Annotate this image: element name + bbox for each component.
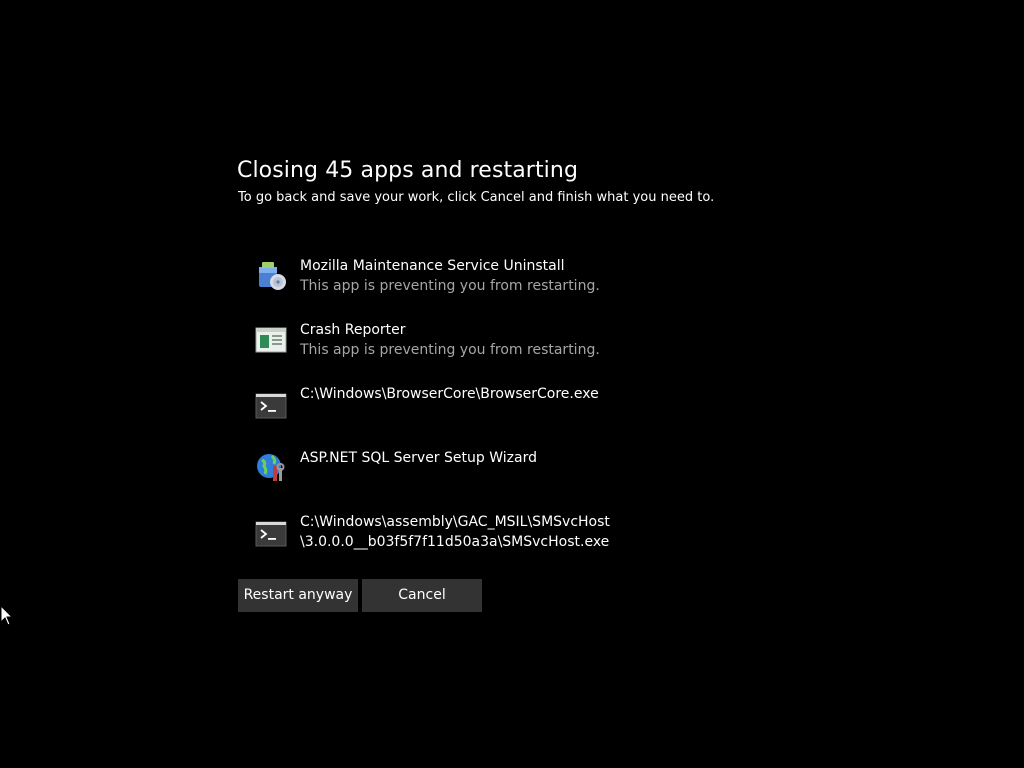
cancel-button[interactable]: Cancel bbox=[362, 579, 482, 612]
restart-screen: Closing 45 apps and restarting To go bac… bbox=[0, 0, 1024, 768]
application-window-icon bbox=[254, 322, 288, 356]
list-item-app: C:\Windows\BrowserCore\BrowserCore.exe bbox=[254, 382, 754, 438]
app-name: ASP.NET SQL Server Setup Wizard bbox=[300, 450, 537, 466]
app-name: C:\Windows\BrowserCore\BrowserCore.exe bbox=[300, 386, 599, 402]
page-title: Closing 45 apps and restarting bbox=[237, 158, 579, 183]
list-item-app: Crash Reporter This app is preventing yo… bbox=[254, 318, 754, 374]
console-icon bbox=[254, 386, 288, 420]
installer-package-icon bbox=[254, 258, 288, 292]
console-icon bbox=[254, 514, 288, 548]
app-name: C:\Windows\assembly\GAC_MSIL\SMSvcHost \… bbox=[300, 514, 610, 550]
app-name: Mozilla Maintenance Service Uninstall bbox=[300, 258, 565, 274]
globe-tools-icon bbox=[254, 450, 288, 484]
list-item-app: Mozilla Maintenance Service Uninstall Th… bbox=[254, 254, 754, 310]
app-status: This app is preventing you from restarti… bbox=[300, 278, 600, 294]
list-item-app: C:\Windows\assembly\GAC_MSIL\SMSvcHost \… bbox=[254, 510, 754, 566]
restart-anyway-button[interactable]: Restart anyway bbox=[238, 579, 358, 612]
page-subtitle: To go back and save your work, click Can… bbox=[238, 190, 715, 205]
app-name: Crash Reporter bbox=[300, 322, 406, 338]
app-status: This app is preventing you from restarti… bbox=[300, 342, 600, 358]
list-item-app: ASP.NET SQL Server Setup Wizard bbox=[254, 446, 754, 502]
mouse-pointer-icon bbox=[0, 604, 14, 627]
